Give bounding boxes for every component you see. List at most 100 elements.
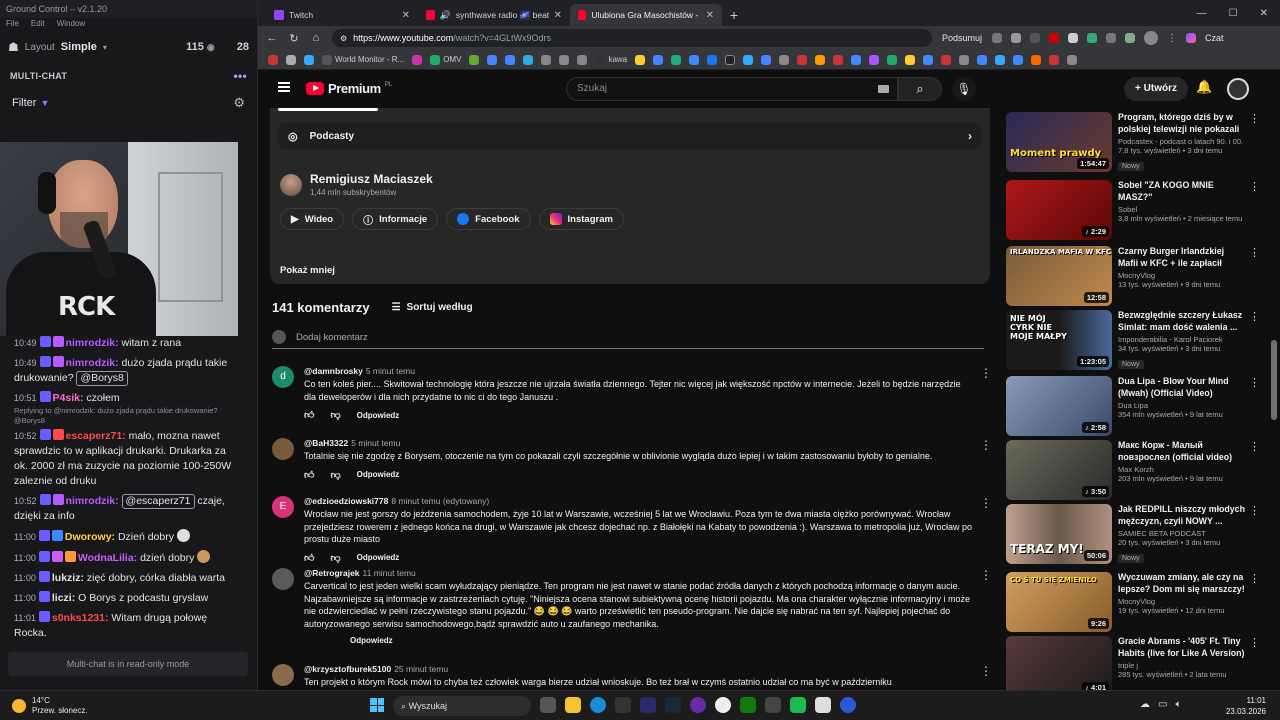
chat-button[interactable]: Czat <box>1205 33 1224 43</box>
video-thumbnail[interactable]: ♪ 2:58 <box>1006 376 1112 436</box>
menu-edit[interactable]: Edit <box>31 19 45 31</box>
channel-name[interactable]: Remigiusz Maciaszek <box>310 172 433 186</box>
bookmark-world-monitor[interactable]: World Monitor - R... <box>322 54 404 65</box>
bookmark-icon[interactable] <box>977 54 988 65</box>
app-icon[interactable] <box>840 697 856 713</box>
bookmark-icon[interactable] <box>505 54 516 65</box>
app-icon[interactable] <box>815 697 831 713</box>
taskbar-search[interactable]: ⌕ Wyszukaj <box>393 696 531 716</box>
video-thumbnail[interactable]: IRLANDZKA MAFIA W KFC 12:58 <box>1006 246 1112 306</box>
app-icon[interactable] <box>715 697 731 713</box>
related-video[interactable]: IRLANDZKA MAFIA W KFC 12:58 Czarny Burger… <box>1006 246 1264 306</box>
video-title[interactable]: Jak REDPILL niszczy młodych mężczyzn, cz… <box>1118 504 1246 527</box>
related-video[interactable]: ♪ 3:50 Макс Корж - Малый повзрослел (off… <box>1006 440 1264 500</box>
channel-name[interactable]: MocnyVlog <box>1118 597 1246 606</box>
bookmark-icon[interactable] <box>995 54 1006 65</box>
facebook-icon[interactable] <box>707 54 718 65</box>
cloud-icon[interactable]: ☁ <box>1140 699 1150 710</box>
tab-twitch[interactable]: Twitch ✕ <box>266 4 418 26</box>
bookmark-icon[interactable] <box>487 54 498 65</box>
bookmark-icon[interactable] <box>689 54 700 65</box>
tab-youtube-active[interactable]: Ulubiona Gra Masochistów - YouT✕ <box>570 4 722 26</box>
related-video[interactable]: CO Ś TU SIĘ ZMIENIŁO 9:26 Wyczuwam zmiany… <box>1006 572 1264 632</box>
thumbs-down-icon[interactable]: 👎︎ <box>330 552 340 564</box>
summarize-button[interactable]: Podsumuj <box>942 33 982 43</box>
extension-icon[interactable] <box>1087 33 1098 43</box>
add-comment-input[interactable]: Dodaj komentarz <box>272 330 984 349</box>
bookmark-icon[interactable] <box>743 54 754 65</box>
reply-button[interactable]: Odpowiedz <box>357 553 400 562</box>
more-options-icon[interactable]: ⋮ <box>1249 572 1260 585</box>
bookmark-icon[interactable] <box>577 54 588 65</box>
create-button[interactable]: + Utwórz <box>1124 77 1188 101</box>
video-title[interactable]: Czarny Burger Irlandzkiej Mafii w KFC + … <box>1118 246 1246 269</box>
star-icon[interactable] <box>1011 33 1022 43</box>
video-title[interactable]: Dua Lipa - Blow Your Mind (Mwah) (Offici… <box>1118 376 1246 399</box>
network-icon[interactable]: ▭ <box>1158 699 1167 710</box>
back-icon[interactable]: ← <box>266 32 278 44</box>
bookmark-icon[interactable] <box>959 54 970 65</box>
bookmark-icon[interactable] <box>653 54 664 65</box>
bookmark-icon[interactable] <box>635 54 646 65</box>
clock[interactable]: 11:01 23.03.2026 <box>1222 695 1266 717</box>
close-icon[interactable]: ✕ <box>554 10 562 21</box>
reply-button[interactable]: Odpowiedz <box>357 470 400 479</box>
facebook-chip[interactable]: Facebook <box>446 208 531 230</box>
thumbs-down-icon[interactable]: 👎︎ <box>330 409 340 421</box>
channel-name[interactable]: Max Korzh <box>1118 465 1246 474</box>
more-options-icon[interactable]: ⋮ <box>980 366 992 380</box>
bookmark-icon[interactable] <box>1031 54 1042 65</box>
layout-select[interactable]: Simple <box>61 41 97 53</box>
video-title[interactable]: Bezwzględnie szczery Łukasz Simlat: mam … <box>1118 310 1246 333</box>
xbox-icon[interactable] <box>740 697 756 713</box>
reply-button[interactable]: Odpowiedz <box>357 411 400 420</box>
steam-icon[interactable] <box>665 697 681 713</box>
menu-icon[interactable]: ⋮ <box>1167 33 1177 44</box>
related-video[interactable]: TERAZ MY! 50:06 Jak REDPILL niszczy młody… <box>1006 504 1264 564</box>
bookmark-icon[interactable] <box>1067 54 1078 65</box>
volume-icon[interactable]: 🔈︎ <box>1175 699 1181 710</box>
bookmark-icon[interactable] <box>815 54 826 65</box>
avatar[interactable]: E <box>272 496 294 518</box>
puzzle-icon[interactable] <box>1106 33 1117 43</box>
channel-name[interactable]: triple j <box>1118 661 1246 670</box>
video-thumbnail[interactable]: ♪ 4:01 <box>1006 636 1112 690</box>
more-options-icon[interactable]: ⋮ <box>1249 112 1260 125</box>
maximize-icon[interactable]: ☐ <box>1229 8 1238 19</box>
bookmark-icon[interactable] <box>761 54 772 65</box>
bookmark-icon[interactable] <box>469 54 480 65</box>
x-icon[interactable] <box>725 54 736 65</box>
thumbs-down-icon[interactable]: 👎︎ <box>330 469 340 481</box>
minimize-icon[interactable]: — <box>1197 8 1207 19</box>
bookmark-kawa[interactable]: kawa <box>595 54 627 65</box>
more-options-icon[interactable]: ⋮ <box>1249 376 1260 389</box>
comment-time[interactable]: 25 minut temu <box>394 664 448 674</box>
app-icon[interactable] <box>615 697 631 713</box>
bookmark-icon[interactable] <box>286 54 296 65</box>
app-icon[interactable] <box>765 697 781 713</box>
show-less-button[interactable]: Pokaż mniej <box>280 265 335 276</box>
search-input[interactable]: Szukaj <box>566 77 898 101</box>
more-options-icon[interactable]: ⋮ <box>980 664 992 678</box>
url-input[interactable]: ⚙ https://www.youtube.com/watch?v=4GLtWx… <box>332 29 932 47</box>
bookmark-icon[interactable] <box>671 54 682 65</box>
comment-time[interactable]: 8 minut temu (edytowany) <box>391 496 489 506</box>
bookmark-icon[interactable] <box>1013 54 1024 65</box>
extension-icon[interactable] <box>1125 33 1136 43</box>
menu-file[interactable]: File <box>6 19 19 31</box>
profile-avatar[interactable] <box>1144 31 1159 45</box>
video-thumbnail[interactable]: CO Ś TU SIĘ ZMIENIŁO 9:26 <box>1006 572 1112 632</box>
page-scrollbar[interactable] <box>1271 110 1277 688</box>
bookmark-icon[interactable] <box>268 54 278 65</box>
video-thumbnail[interactable]: ♪ 2:29 <box>1006 180 1112 240</box>
bookmark-icon[interactable] <box>797 54 808 65</box>
more-options-icon[interactable]: ••• <box>233 69 247 83</box>
bookmark-icon[interactable] <box>559 54 570 65</box>
comment-time[interactable]: 5 minut temu <box>351 438 400 448</box>
related-video[interactable]: ♪ 2:29 Sobel "ZA KOGO MNIE MASZ?" Sobel 3,… <box>1006 180 1264 240</box>
home-icon[interactable]: ⌂ <box>310 32 322 44</box>
extension-icon[interactable] <box>1030 33 1041 43</box>
reply-button[interactable]: Odpowiedz <box>350 636 393 645</box>
close-icon[interactable]: ✕ <box>402 10 410 21</box>
account-avatar[interactable] <box>1227 78 1249 100</box>
